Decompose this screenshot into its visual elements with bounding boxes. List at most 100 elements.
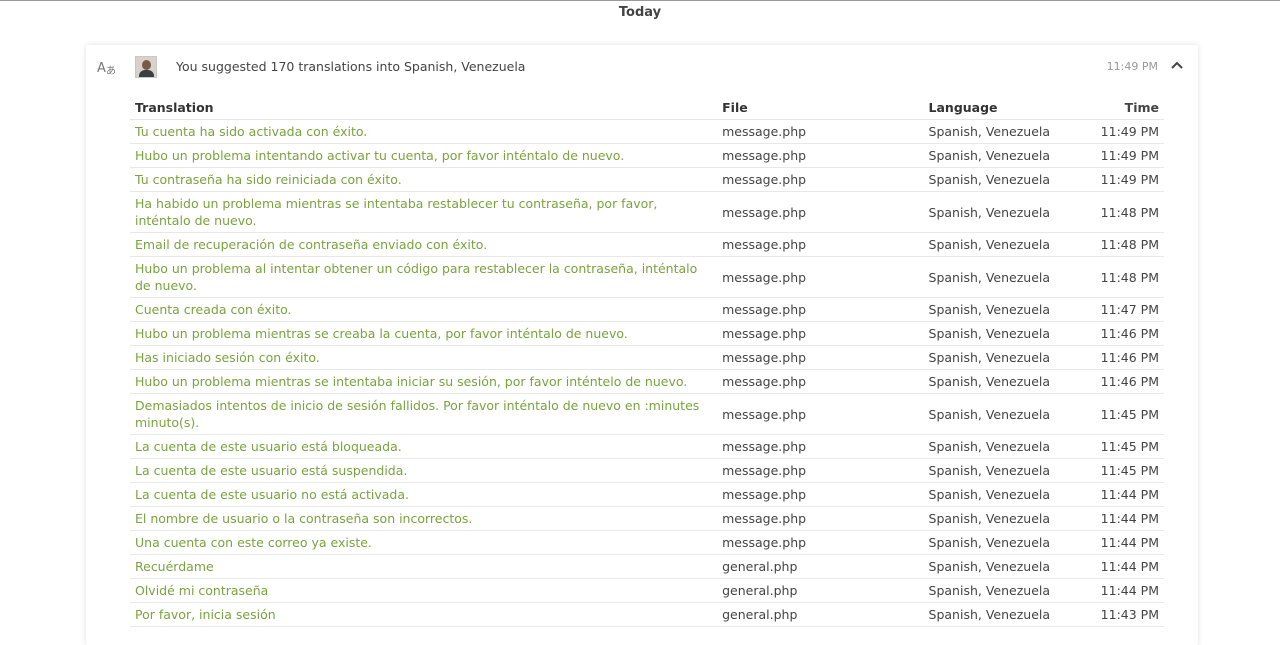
file-cell: general.php [717, 578, 924, 603]
table-row: El nombre de usuario o la contraseña son… [130, 506, 1164, 531]
user-avatar[interactable] [135, 56, 157, 78]
file-cell: message.php [717, 119, 924, 144]
language-cell: Spanish, Venezuela [923, 167, 1084, 192]
time-cell: 11:44 PM [1083, 530, 1164, 555]
file-cell: message.php [717, 321, 924, 346]
time-cell: 11:44 PM [1083, 554, 1164, 579]
table-row: Por favor, inicia sesión general.php Spani… [130, 602, 1164, 627]
time-cell: 11:45 PM [1083, 393, 1164, 435]
svg-text:あ: あ [106, 65, 116, 77]
language-cell: Spanish, Venezuela [923, 458, 1084, 483]
table-row: Tu contraseña ha sido reiniciada con éxi… [130, 167, 1164, 192]
file-cell: message.php [717, 506, 924, 531]
language-cell: Spanish, Venezuela [923, 256, 1084, 298]
translation-link[interactable]: Olvidé mi contraseña [130, 578, 718, 603]
language-cell: Spanish, Venezuela [923, 321, 1084, 346]
column-header-file: File [717, 95, 924, 120]
translation-link[interactable]: Tu contraseña ha sido reiniciada con éxi… [130, 167, 718, 192]
activity-card: A あ You suggested 170 translations into … [86, 45, 1198, 645]
table-row: Demasiados intentos de inicio de sesión … [130, 393, 1164, 435]
translate-icon: A あ [97, 59, 117, 77]
language-cell: Spanish, Venezuela [923, 554, 1084, 579]
file-cell: message.php [717, 434, 924, 459]
file-cell: message.php [717, 393, 924, 435]
file-cell: message.php [717, 482, 924, 507]
table-row: Has iniciado sesión con éxito. message.ph… [130, 345, 1164, 370]
column-header-time: Time [1083, 95, 1164, 120]
time-cell: 11:48 PM [1083, 191, 1164, 233]
translation-link[interactable]: Ha habido un problema mientras se intent… [130, 191, 718, 233]
file-cell: message.php [717, 232, 924, 257]
file-cell: message.php [717, 530, 924, 555]
table-row: Email de recuperación de contraseña envi… [130, 232, 1164, 257]
table-row: Hubo un problema mientras se intentaba i… [130, 369, 1164, 394]
file-cell: message.php [717, 369, 924, 394]
file-cell: message.php [717, 345, 924, 370]
time-cell: 11:43 PM [1083, 602, 1164, 627]
language-cell: Spanish, Venezuela [923, 393, 1084, 435]
time-cell: 11:49 PM [1083, 119, 1164, 144]
time-cell: 11:44 PM [1083, 482, 1164, 507]
translation-link[interactable]: Cuenta creada con éxito. [130, 297, 718, 322]
table-row: Hubo un problema intentando activar tu c… [130, 143, 1164, 168]
translation-link[interactable]: El nombre de usuario o la contraseña son… [130, 506, 718, 531]
translation-link[interactable]: Hubo un problema intentando activar tu c… [130, 143, 718, 168]
table-row: Recuérdame general.php Spanish, Venezuela 1… [130, 554, 1164, 579]
time-cell: 11:45 PM [1083, 458, 1164, 483]
time-cell: 11:48 PM [1083, 232, 1164, 257]
language-cell: Spanish, Venezuela [923, 345, 1084, 370]
translation-link[interactable]: Tu cuenta ha sido activada con éxito. [130, 119, 718, 144]
translation-link[interactable]: Recuérdame [130, 554, 718, 579]
file-cell: general.php [717, 602, 924, 627]
translation-link[interactable]: Demasiados intentos de inicio de sesión … [130, 393, 718, 435]
table-row: La cuenta de este usuario está bloqueada… [130, 434, 1164, 459]
activity-time: 11:49 PM [1106, 60, 1158, 73]
language-cell: Spanish, Venezuela [923, 506, 1084, 531]
language-cell: Spanish, Venezuela [923, 530, 1084, 555]
file-cell: message.php [717, 191, 924, 233]
time-cell: 11:46 PM [1083, 345, 1164, 370]
language-cell: Spanish, Venezuela [923, 119, 1084, 144]
day-heading: Today [618, 5, 662, 20]
file-cell: message.php [717, 143, 924, 168]
time-cell: 11:44 PM [1083, 506, 1164, 531]
file-cell: message.php [717, 297, 924, 322]
table-row: La cuenta de este usuario no está activa… [130, 482, 1164, 507]
table-row: Olvidé mi contraseña general.php Spanish, … [130, 578, 1164, 603]
translation-link[interactable]: La cuenta de este usuario no está activa… [130, 482, 718, 507]
svg-text:A: A [97, 61, 106, 76]
activity-summary: You suggested 170 translations into Span… [176, 59, 526, 74]
column-header-language: Language [923, 95, 1084, 120]
table-row: Ha habido un problema mientras se intent… [130, 191, 1164, 233]
translation-link[interactable]: Hubo un problema mientras se intentaba i… [130, 369, 718, 394]
time-cell: 11:49 PM [1083, 143, 1164, 168]
time-cell: 11:47 PM [1083, 297, 1164, 322]
time-cell: 11:44 PM [1083, 578, 1164, 603]
time-cell: 11:46 PM [1083, 369, 1164, 394]
file-cell: message.php [717, 458, 924, 483]
table-row: Una cuenta con este correo ya existe. mes… [130, 530, 1164, 555]
translation-link[interactable]: Una cuenta con este correo ya existe. [130, 530, 718, 555]
file-cell: message.php [717, 256, 924, 298]
chevron-up-icon[interactable] [1170, 57, 1184, 71]
translation-link[interactable]: Hubo un problema al intentar obtener un … [130, 256, 718, 298]
language-cell: Spanish, Venezuela [923, 232, 1084, 257]
translation-link[interactable]: La cuenta de este usuario está bloqueada… [130, 434, 718, 459]
column-header-translation: Translation [130, 95, 718, 120]
translation-link[interactable]: Por favor, inicia sesión [130, 602, 718, 627]
table-row: Hubo un problema mientras se creaba la c… [130, 321, 1164, 346]
table-row: Cuenta creada con éxito. message.php Spani… [130, 297, 1164, 322]
translation-link[interactable]: Email de recuperación de contraseña envi… [130, 232, 718, 257]
translation-link[interactable]: La cuenta de este usuario está suspendid… [130, 458, 718, 483]
translation-link[interactable]: Hubo un problema mientras se creaba la c… [130, 321, 718, 346]
time-cell: 11:46 PM [1083, 321, 1164, 346]
time-cell: 11:48 PM [1083, 256, 1164, 298]
language-cell: Spanish, Venezuela [923, 297, 1084, 322]
language-cell: Spanish, Venezuela [923, 434, 1084, 459]
file-cell: message.php [717, 167, 924, 192]
language-cell: Spanish, Venezuela [923, 369, 1084, 394]
time-cell: 11:45 PM [1083, 434, 1164, 459]
language-cell: Spanish, Venezuela [923, 482, 1084, 507]
table-row: Hubo un problema al intentar obtener un … [130, 256, 1164, 298]
translation-link[interactable]: Has iniciado sesión con éxito. [130, 345, 718, 370]
